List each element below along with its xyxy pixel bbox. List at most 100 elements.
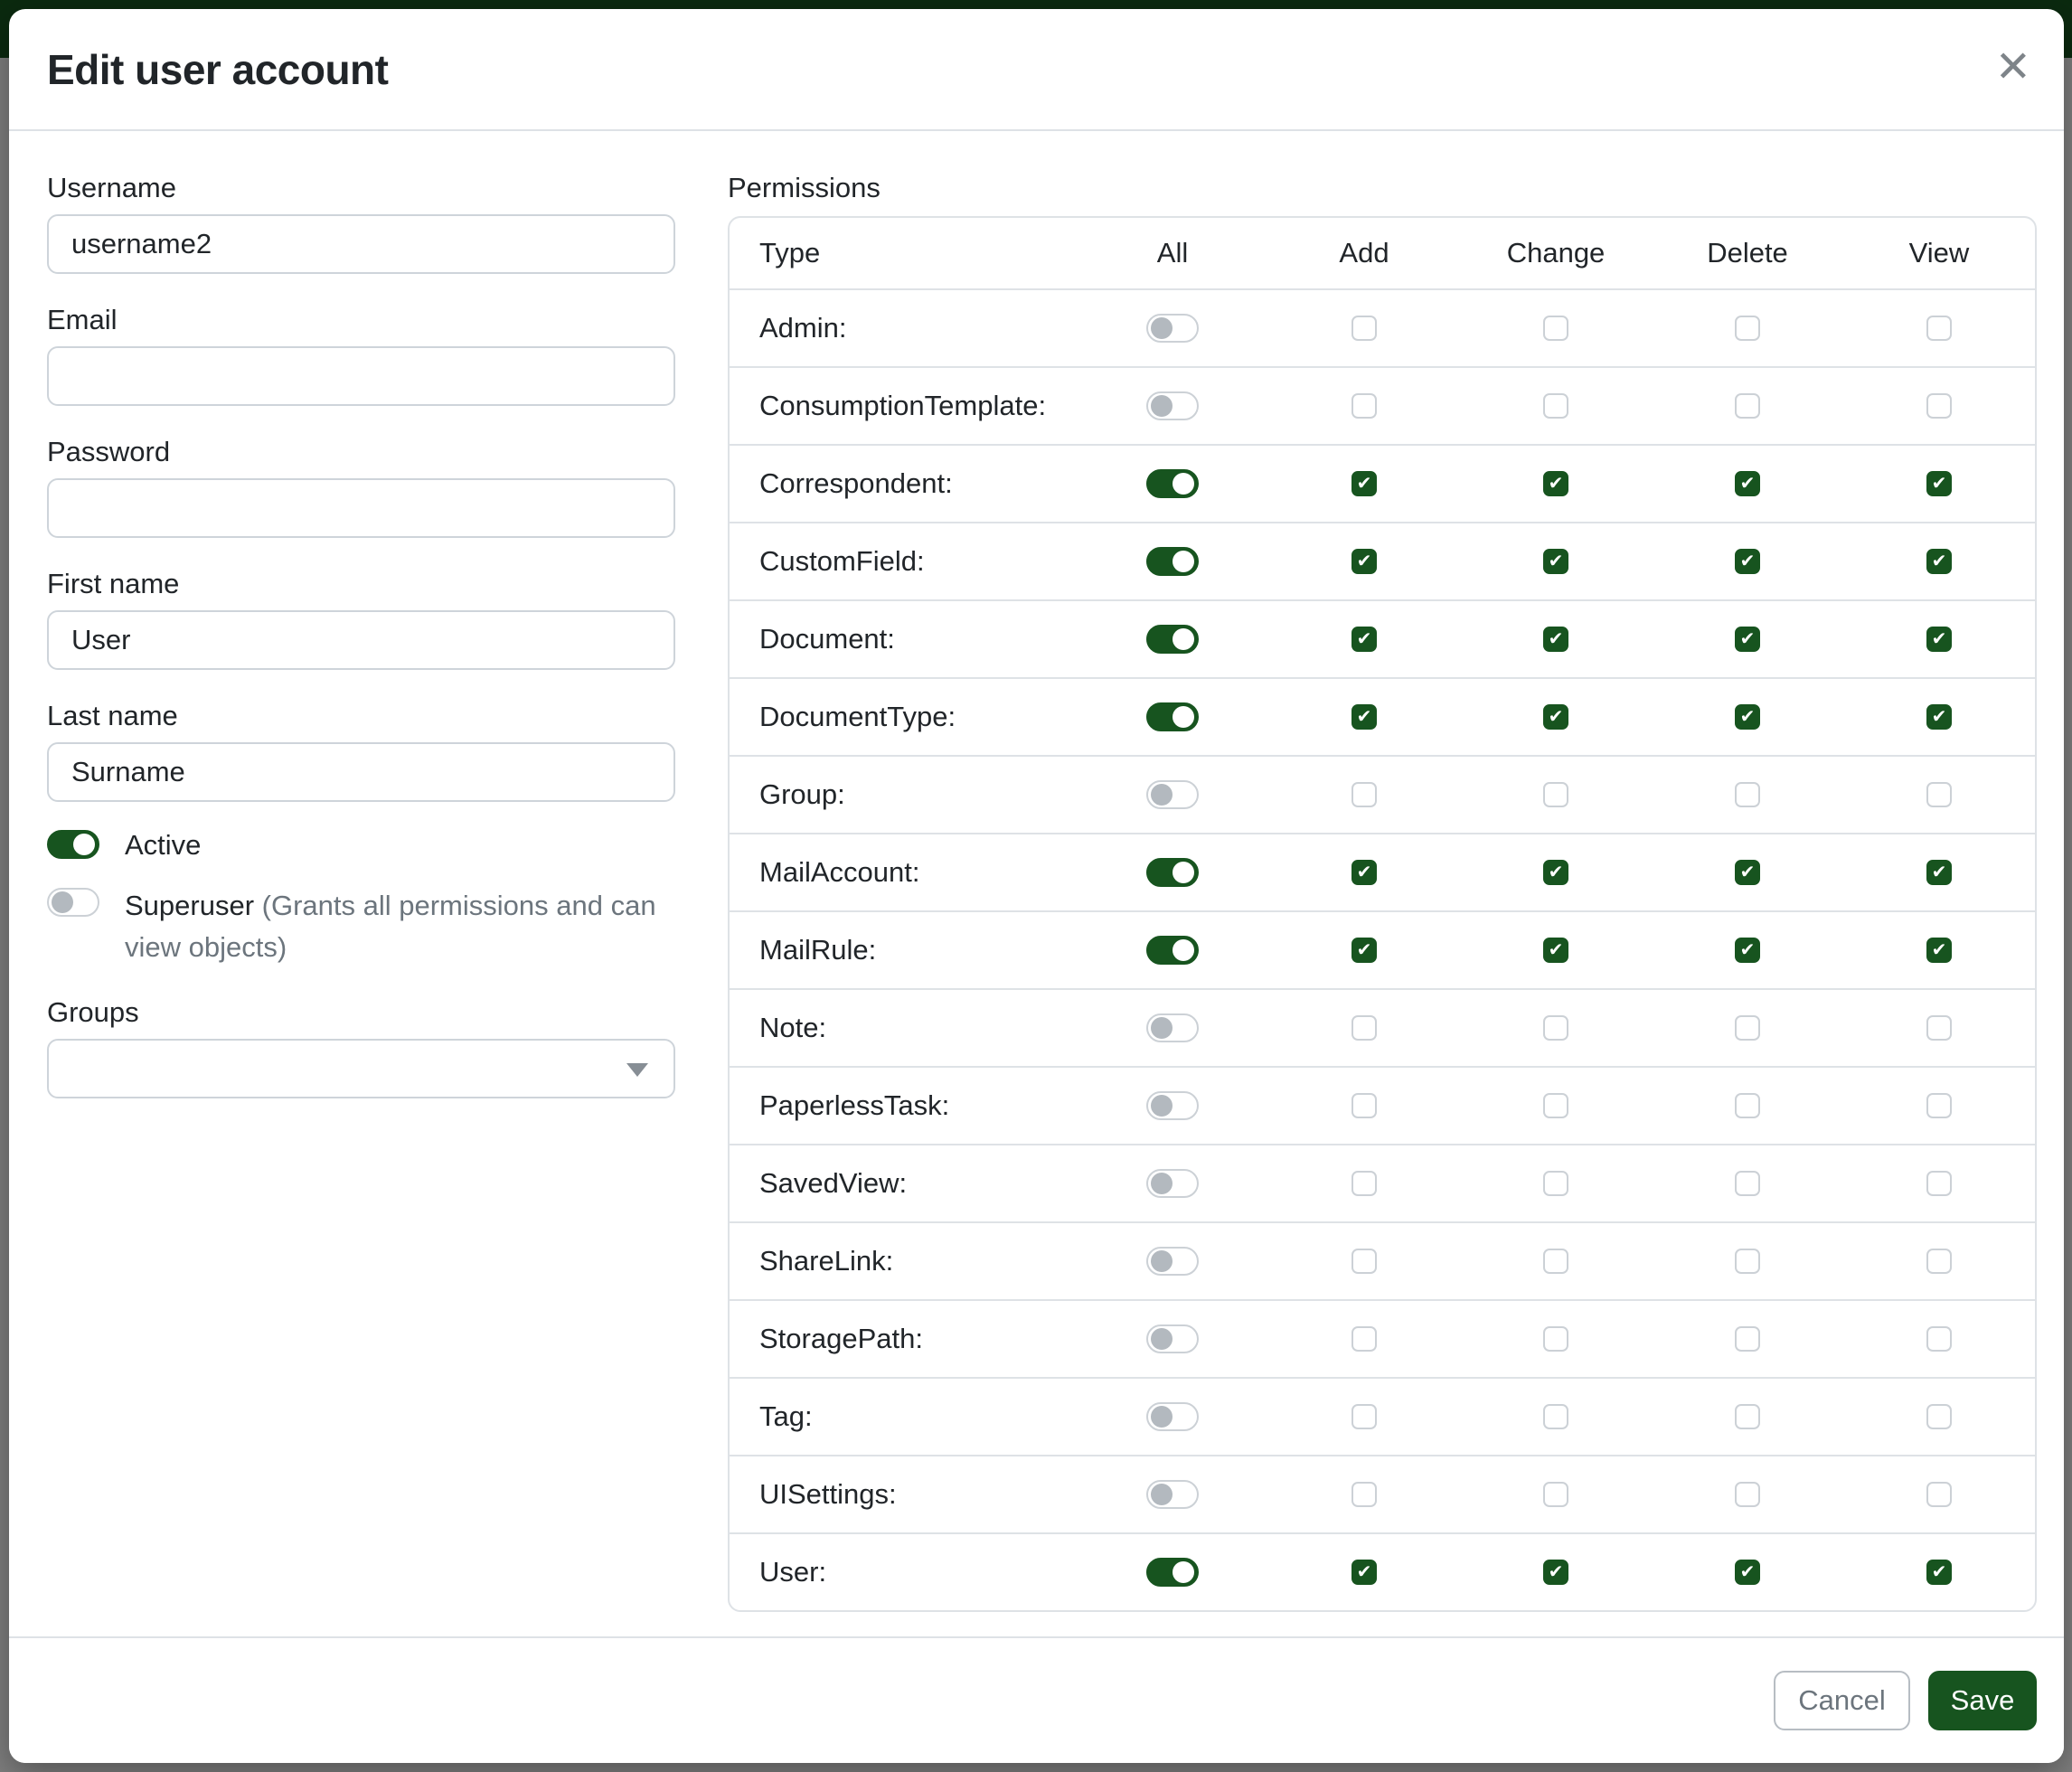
permission-all-toggle[interactable] — [1146, 391, 1199, 420]
permission-all-toggle[interactable] — [1146, 1247, 1199, 1276]
permission-delete-checkbox[interactable]: ✔ — [1735, 316, 1760, 341]
permission-change-checkbox[interactable]: ✔ — [1543, 549, 1568, 574]
permission-delete-checkbox[interactable]: ✔ — [1735, 393, 1760, 419]
permission-all-toggle[interactable] — [1146, 702, 1199, 731]
permission-view-checkbox[interactable]: ✔ — [1926, 1326, 1952, 1352]
permission-delete-checkbox[interactable]: ✔ — [1735, 1249, 1760, 1274]
permission-change-checkbox[interactable]: ✔ — [1543, 1482, 1568, 1507]
permission-change-checkbox[interactable]: ✔ — [1543, 1249, 1568, 1274]
permission-delete-checkbox[interactable]: ✔ — [1735, 782, 1760, 807]
permission-delete-checkbox[interactable]: ✔ — [1735, 1482, 1760, 1507]
permission-delete-checkbox[interactable]: ✔ — [1735, 1326, 1760, 1352]
permission-view-checkbox[interactable]: ✔ — [1926, 393, 1952, 419]
username-input[interactable] — [47, 214, 675, 274]
permission-all-toggle[interactable] — [1146, 1091, 1199, 1120]
groups-select[interactable] — [47, 1039, 675, 1098]
permission-change-checkbox[interactable]: ✔ — [1543, 1326, 1568, 1352]
permission-all-toggle[interactable] — [1146, 1324, 1199, 1353]
permission-change-checkbox[interactable]: ✔ — [1543, 1404, 1568, 1429]
permission-change-checkbox[interactable]: ✔ — [1543, 938, 1568, 963]
permission-add-checkbox[interactable]: ✔ — [1352, 393, 1377, 419]
close-icon[interactable]: ✕ — [1995, 46, 2031, 90]
permission-change-checkbox[interactable]: ✔ — [1543, 860, 1568, 885]
permission-add-checkbox[interactable]: ✔ — [1352, 316, 1377, 341]
permission-delete-checkbox[interactable]: ✔ — [1735, 627, 1760, 652]
permission-delete-checkbox[interactable]: ✔ — [1735, 1560, 1760, 1585]
last-name-input[interactable] — [47, 742, 675, 802]
superuser-toggle[interactable] — [47, 888, 99, 917]
permission-add-checkbox[interactable]: ✔ — [1352, 1326, 1377, 1352]
permission-add-checkbox[interactable]: ✔ — [1352, 1560, 1377, 1585]
permission-change-checkbox[interactable]: ✔ — [1543, 627, 1568, 652]
permission-view-checkbox[interactable]: ✔ — [1926, 1093, 1952, 1118]
permission-change-checkbox[interactable]: ✔ — [1543, 1171, 1568, 1196]
permission-all-toggle[interactable] — [1146, 1169, 1199, 1198]
permission-change-checkbox[interactable]: ✔ — [1543, 1015, 1568, 1041]
permission-delete-checkbox[interactable]: ✔ — [1735, 1093, 1760, 1118]
permission-delete-checkbox[interactable]: ✔ — [1735, 860, 1760, 885]
active-toggle[interactable] — [47, 830, 99, 859]
permission-view-checkbox[interactable]: ✔ — [1926, 860, 1952, 885]
active-label: Active — [125, 827, 201, 863]
first-name-input[interactable] — [47, 610, 675, 670]
permission-view-checkbox[interactable]: ✔ — [1926, 1560, 1952, 1585]
permission-view-checkbox[interactable]: ✔ — [1926, 316, 1952, 341]
permission-delete-checkbox[interactable]: ✔ — [1735, 704, 1760, 730]
permission-all-toggle[interactable] — [1146, 547, 1199, 576]
permission-delete-checkbox[interactable]: ✔ — [1735, 938, 1760, 963]
permission-add-checkbox[interactable]: ✔ — [1352, 1171, 1377, 1196]
permission-all-toggle[interactable] — [1146, 936, 1199, 965]
permission-delete-checkbox[interactable]: ✔ — [1735, 471, 1760, 496]
permission-change-checkbox[interactable]: ✔ — [1543, 1093, 1568, 1118]
permission-view-checkbox[interactable]: ✔ — [1926, 471, 1952, 496]
permission-change-checkbox[interactable]: ✔ — [1543, 1560, 1568, 1585]
permission-change-checkbox[interactable]: ✔ — [1543, 704, 1568, 730]
permission-view-checkbox[interactable]: ✔ — [1926, 549, 1952, 574]
permission-view-checkbox[interactable]: ✔ — [1926, 704, 1952, 730]
permission-delete-checkbox[interactable]: ✔ — [1735, 1015, 1760, 1041]
permission-all-toggle[interactable] — [1146, 625, 1199, 654]
permission-view-checkbox[interactable]: ✔ — [1926, 627, 1952, 652]
permission-add-checkbox[interactable]: ✔ — [1352, 704, 1377, 730]
permission-all-toggle[interactable] — [1146, 858, 1199, 887]
permission-all-toggle[interactable] — [1146, 1402, 1199, 1431]
permission-add-checkbox[interactable]: ✔ — [1352, 1482, 1377, 1507]
permission-change-checkbox[interactable]: ✔ — [1543, 316, 1568, 341]
permission-row: Note: ✔ ✔ ✔ ✔ — [730, 988, 2035, 1066]
permission-add-checkbox[interactable]: ✔ — [1352, 938, 1377, 963]
permission-add-checkbox[interactable]: ✔ — [1352, 1249, 1377, 1274]
permission-view-checkbox[interactable]: ✔ — [1926, 1171, 1952, 1196]
permission-type-label: ConsumptionTemplate: — [730, 390, 1077, 422]
email-input[interactable] — [47, 346, 675, 406]
permission-view-checkbox[interactable]: ✔ — [1926, 1404, 1952, 1429]
cancel-button[interactable]: Cancel — [1774, 1671, 1910, 1730]
permission-all-toggle[interactable] — [1146, 1480, 1199, 1509]
permission-view-checkbox[interactable]: ✔ — [1926, 1482, 1952, 1507]
permission-all-toggle[interactable] — [1146, 780, 1199, 809]
permission-add-checkbox[interactable]: ✔ — [1352, 471, 1377, 496]
permission-add-checkbox[interactable]: ✔ — [1352, 782, 1377, 807]
permission-all-toggle[interactable] — [1146, 1013, 1199, 1042]
permission-all-toggle[interactable] — [1146, 314, 1199, 343]
permission-add-checkbox[interactable]: ✔ — [1352, 860, 1377, 885]
permission-add-checkbox[interactable]: ✔ — [1352, 627, 1377, 652]
save-button[interactable]: Save — [1928, 1671, 2037, 1730]
permission-all-toggle[interactable] — [1146, 469, 1199, 498]
last-name-label: Last name — [47, 699, 675, 733]
permission-delete-checkbox[interactable]: ✔ — [1735, 549, 1760, 574]
permission-view-checkbox[interactable]: ✔ — [1926, 1249, 1952, 1274]
permission-delete-checkbox[interactable]: ✔ — [1735, 1404, 1760, 1429]
permission-add-checkbox[interactable]: ✔ — [1352, 549, 1377, 574]
permission-change-checkbox[interactable]: ✔ — [1543, 393, 1568, 419]
permission-add-checkbox[interactable]: ✔ — [1352, 1015, 1377, 1041]
permission-change-checkbox[interactable]: ✔ — [1543, 782, 1568, 807]
permission-view-checkbox[interactable]: ✔ — [1926, 782, 1952, 807]
password-input[interactable] — [47, 478, 675, 538]
permission-all-toggle[interactable] — [1146, 1558, 1199, 1587]
permission-delete-checkbox[interactable]: ✔ — [1735, 1171, 1760, 1196]
permission-change-checkbox[interactable]: ✔ — [1543, 471, 1568, 496]
permission-add-checkbox[interactable]: ✔ — [1352, 1404, 1377, 1429]
permission-view-checkbox[interactable]: ✔ — [1926, 1015, 1952, 1041]
permission-view-checkbox[interactable]: ✔ — [1926, 938, 1952, 963]
permission-add-checkbox[interactable]: ✔ — [1352, 1093, 1377, 1118]
